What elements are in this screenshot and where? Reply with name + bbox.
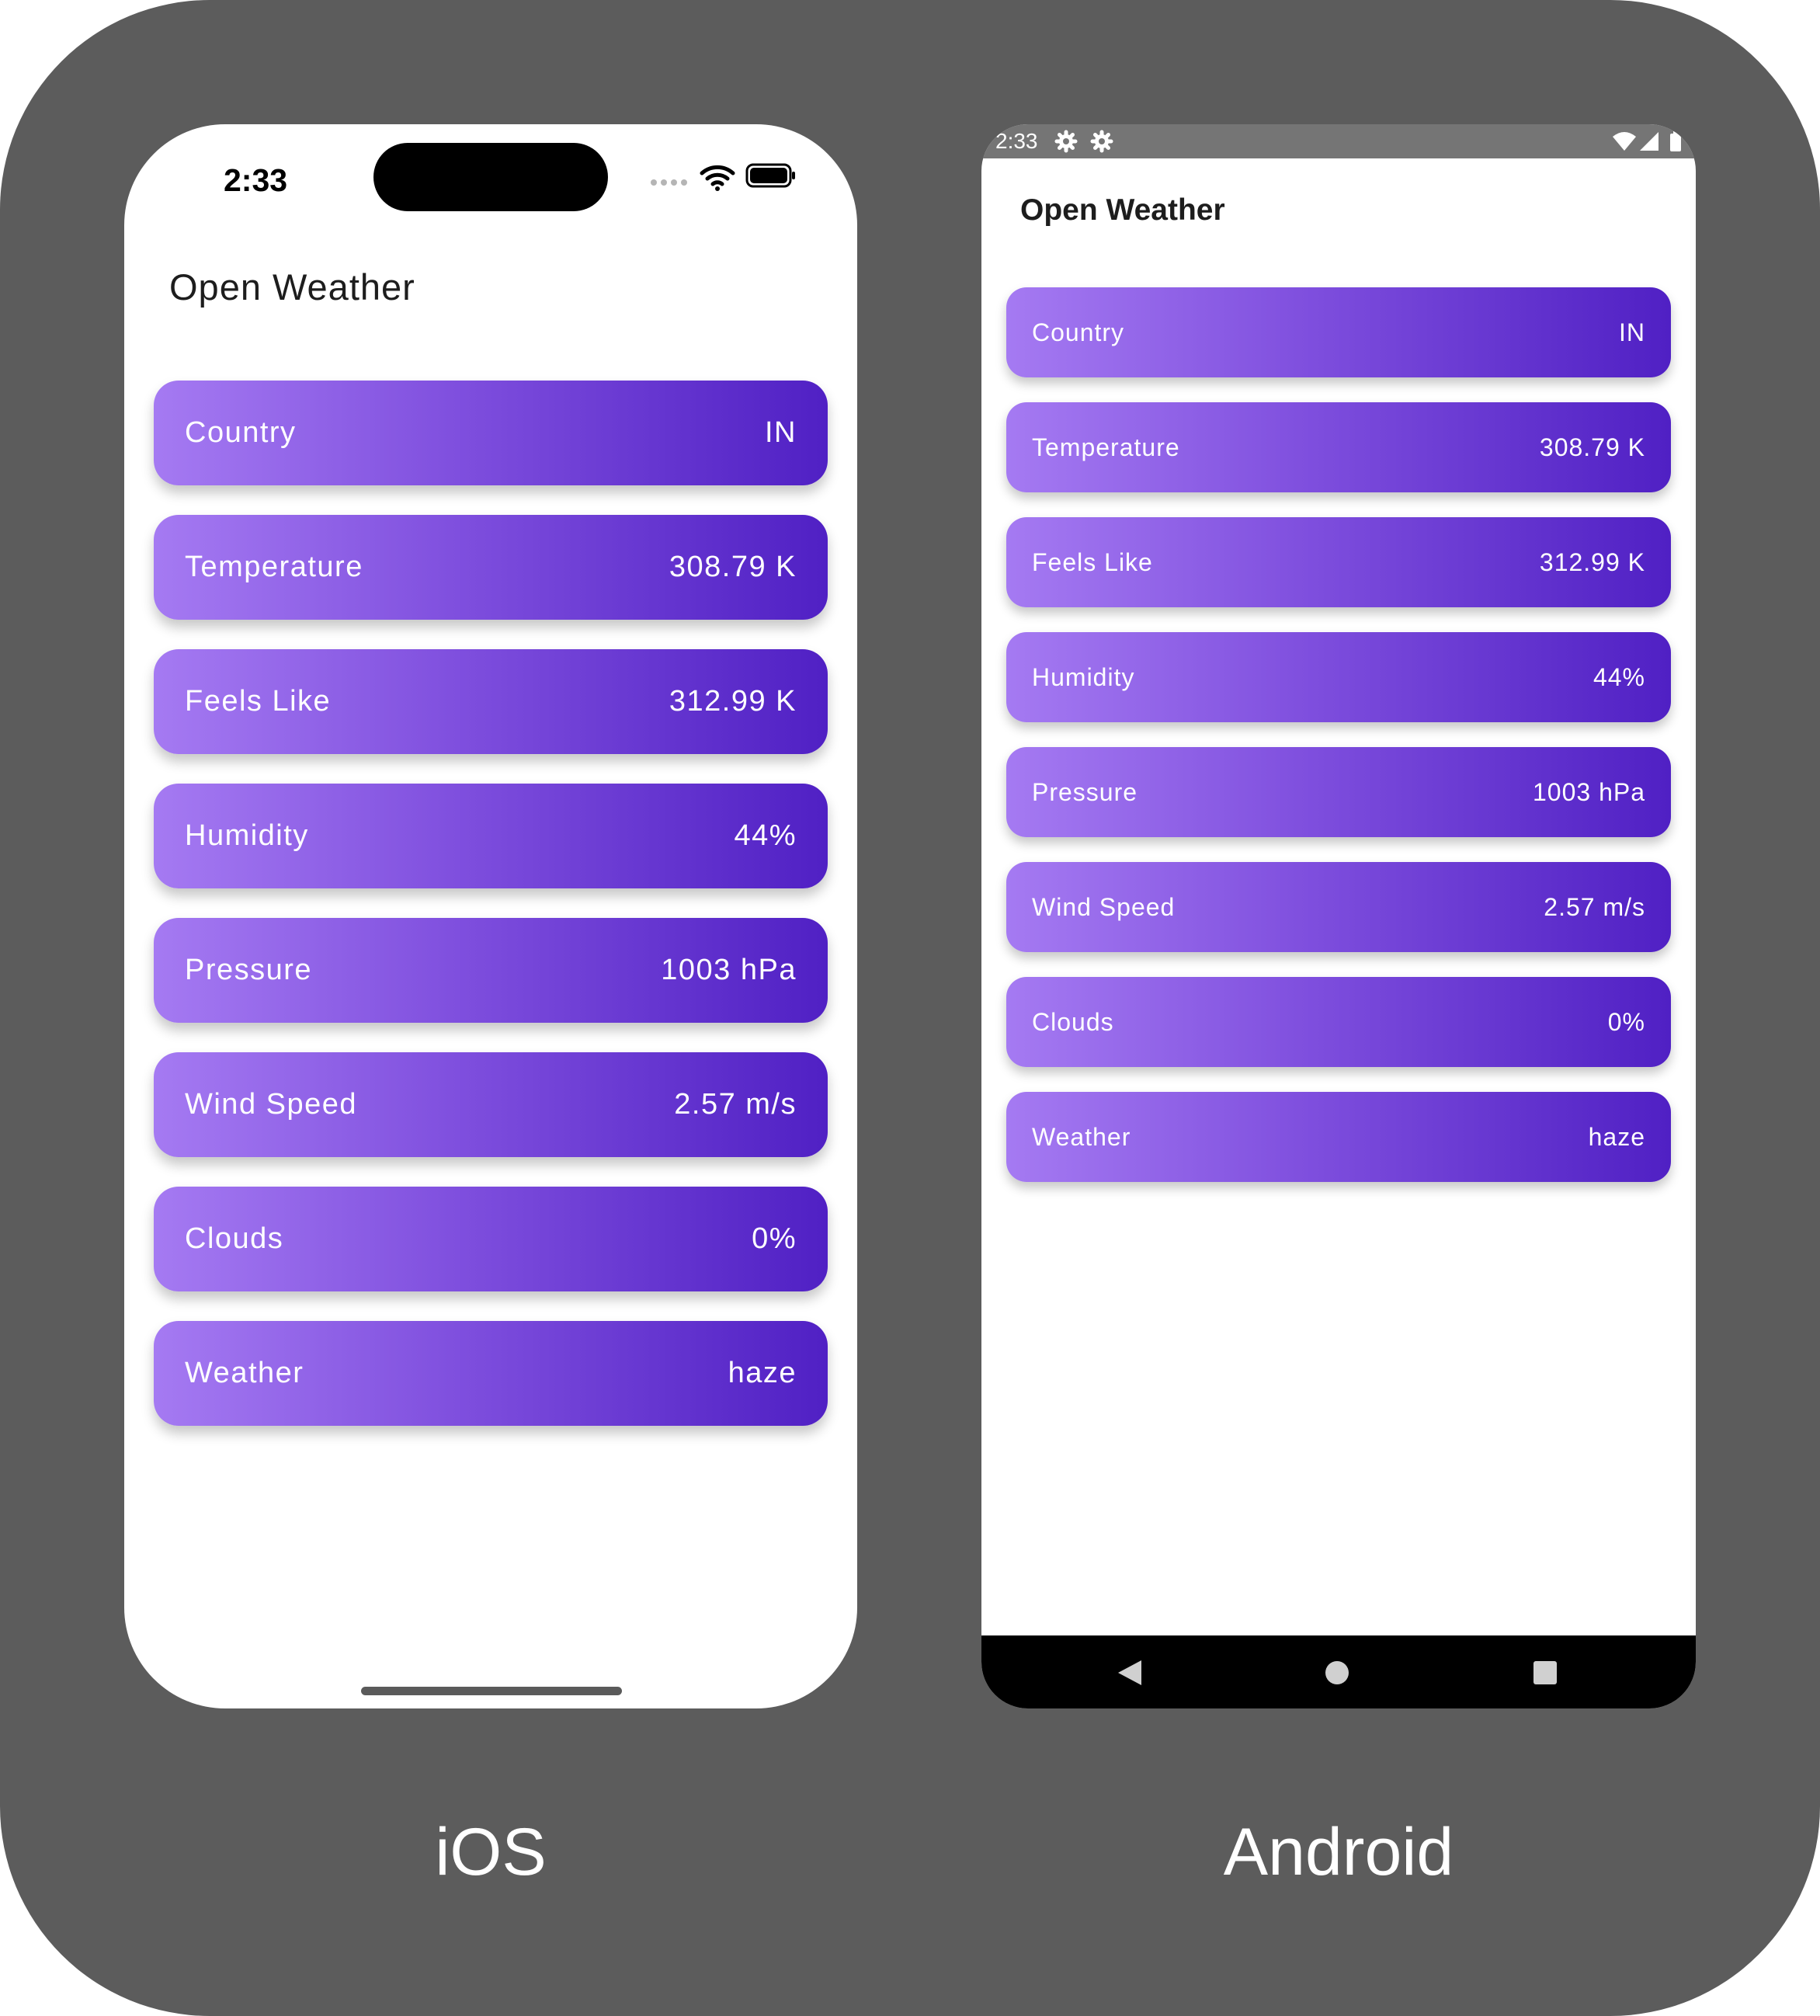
ios-caption: iOS (435, 1815, 547, 1889)
weather-row-clouds: Clouds 0% (1006, 977, 1671, 1067)
row-value: 1003 hPa (661, 954, 797, 986)
weather-row-weather: Weather haze (1006, 1092, 1671, 1182)
weather-row-wind-speed: Wind Speed 2.57 m/s (154, 1052, 828, 1157)
battery-icon (1670, 131, 1681, 151)
row-label: Country (1032, 318, 1125, 346)
row-value: 308.79 K (1539, 433, 1645, 461)
row-label: Pressure (1032, 777, 1138, 806)
row-value: IN (765, 416, 797, 449)
home-icon[interactable] (1325, 1660, 1349, 1685)
weather-list: Country IN Temperature 308.79 K Feels Li… (154, 381, 828, 1455)
row-label: Temperature (185, 551, 363, 583)
row-label: Clouds (185, 1222, 284, 1255)
weather-row-feels-like: Feels Like 312.99 K (154, 649, 828, 754)
row-value: 312.99 K (1539, 547, 1645, 576)
row-label: Clouds (1032, 1007, 1114, 1036)
row-label: Temperature (1032, 433, 1180, 461)
row-label: Wind Speed (185, 1088, 358, 1121)
home-indicator[interactable] (361, 1687, 622, 1695)
row-value: 44% (1592, 662, 1645, 691)
row-value: 2.57 m/s (1544, 892, 1645, 921)
navigation-bar (981, 1635, 1696, 1708)
signal-dots-icon (651, 179, 687, 186)
row-value: 0% (752, 1222, 797, 1255)
weather-row-weather: Weather haze (154, 1321, 828, 1426)
row-value: 312.99 K (669, 685, 797, 718)
status-bar: 2:33 (981, 124, 1696, 158)
showcase-frame: 2:33 Open Weather Country IN Temperature… (0, 0, 1820, 2016)
row-value: IN (1619, 318, 1645, 346)
weather-row-feels-like: Feels Like 312.99 K (1006, 517, 1671, 607)
weather-row-humidity: Humidity 44% (1006, 632, 1671, 722)
row-label: Humidity (185, 819, 309, 852)
ios-screen: 2:33 Open Weather Country IN Temperature… (124, 124, 857, 1708)
wifi-icon (1613, 132, 1636, 151)
app-title: Open Weather (169, 266, 415, 308)
row-value: 308.79 K (669, 551, 797, 583)
row-label: Feels Like (185, 685, 332, 718)
android-caption: Android (1223, 1815, 1454, 1889)
weather-row-country: Country IN (1006, 287, 1671, 377)
row-value: haze (728, 1357, 797, 1389)
status-time: 2:33 (224, 162, 288, 198)
weather-row-wind-speed: Wind Speed 2.57 m/s (1006, 862, 1671, 952)
row-value: 44% (734, 819, 797, 852)
gear-icon (1090, 130, 1113, 153)
weather-row-pressure: Pressure 1003 hPa (1006, 747, 1671, 837)
row-label: Weather (1032, 1122, 1131, 1151)
weather-row-pressure: Pressure 1003 hPa (154, 918, 828, 1023)
gear-icon (1054, 130, 1078, 153)
weather-list: Country IN Temperature 308.79 K Feels Li… (1006, 287, 1671, 1207)
back-icon[interactable] (1117, 1659, 1143, 1687)
battery-icon (745, 163, 795, 188)
row-value: 1003 hPa (1532, 777, 1645, 806)
row-label: Humidity (1032, 662, 1135, 691)
dynamic-island (373, 143, 608, 211)
android-screen: 2:33 Open Weather Country IN Temperature… (981, 124, 1696, 1708)
weather-row-clouds: Clouds 0% (154, 1187, 828, 1291)
weather-row-country: Country IN (154, 381, 828, 485)
row-value: haze (1588, 1122, 1645, 1151)
row-label: Weather (185, 1357, 304, 1389)
status-time: 2:33 (995, 129, 1038, 153)
recents-icon[interactable] (1533, 1660, 1558, 1685)
wifi-icon (700, 165, 735, 191)
weather-row-humidity: Humidity 44% (154, 784, 828, 888)
app-title: Open Weather (1020, 193, 1225, 227)
row-label: Pressure (185, 954, 313, 986)
row-value: 0% (1607, 1007, 1645, 1036)
row-label: Country (185, 416, 297, 449)
weather-row-temperature: Temperature 308.79 K (154, 515, 828, 620)
cell-signal-icon (1640, 132, 1658, 151)
row-label: Feels Like (1032, 547, 1153, 576)
weather-row-temperature: Temperature 308.79 K (1006, 402, 1671, 492)
row-label: Wind Speed (1032, 892, 1176, 921)
row-value: 2.57 m/s (674, 1088, 797, 1121)
